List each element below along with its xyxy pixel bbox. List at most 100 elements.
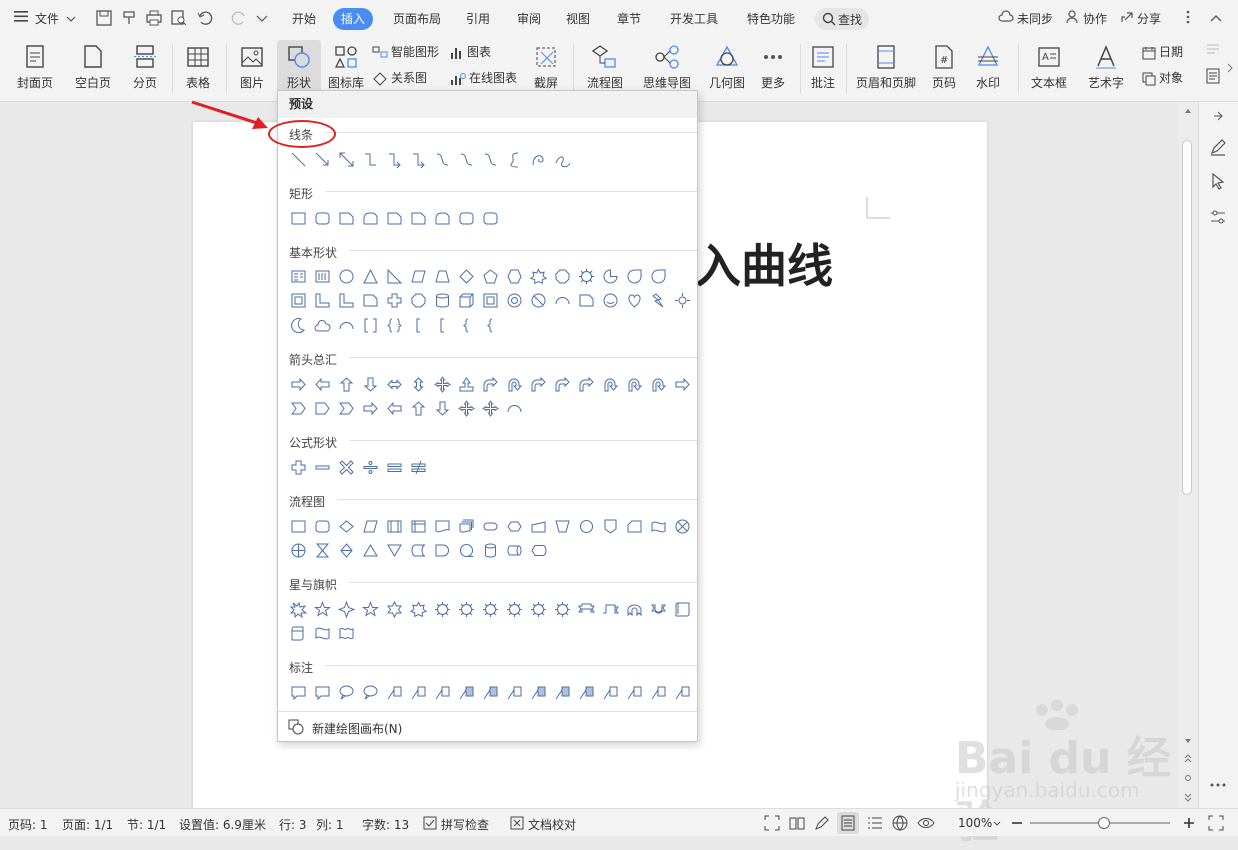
shape-circle-icon[interactable] xyxy=(334,267,358,287)
shape-lbracket-icon[interactable] xyxy=(430,316,454,336)
shape-lrarrow-icon[interactable] xyxy=(382,375,406,395)
save-icon[interactable] xyxy=(95,9,113,27)
chevron-down-icon[interactable] xyxy=(66,12,76,26)
blank-page-button[interactable]: 空白页 xyxy=(68,40,118,98)
zoom-out-icon[interactable] xyxy=(1011,816,1023,830)
shape-procalt-icon[interactable] xyxy=(310,517,334,537)
shape-frame-icon[interactable] xyxy=(286,291,310,311)
picture-button[interactable]: 图片 xyxy=(232,40,272,98)
shape-vscroll-icon[interactable] xyxy=(286,624,310,644)
shape-delay-icon[interactable] xyxy=(430,541,454,561)
chart-button[interactable]: 图表 xyxy=(450,42,491,62)
shape-uarrow-icon[interactable] xyxy=(406,399,430,419)
shape-callout-icon[interactable] xyxy=(286,683,310,703)
shape-doc-icon[interactable] xyxy=(430,517,454,537)
shape-star5-icon[interactable] xyxy=(310,600,334,620)
shape-seal-icon[interactable] xyxy=(526,600,550,620)
tab-developer[interactable]: 开发工具 xyxy=(662,8,726,30)
proofread-icon[interactable] xyxy=(510,816,524,830)
shape-round1-icon[interactable] xyxy=(430,209,454,229)
shape-sun-icon[interactable] xyxy=(670,291,694,311)
fullscreen-icon[interactable] xyxy=(764,815,780,831)
shape-rect-icon[interactable] xyxy=(286,209,310,229)
cover-page-button[interactable]: 封面页 xyxy=(10,40,60,98)
shape-rarrow-icon[interactable] xyxy=(286,375,310,395)
more-options-icon[interactable] xyxy=(1186,10,1190,27)
shape-bent-icon[interactable] xyxy=(574,375,598,395)
page-number-button[interactable]: # 页码 xyxy=(924,40,964,98)
shape-barcallout-icon[interactable] xyxy=(478,683,502,703)
shape-scribble-icon[interactable] xyxy=(550,150,574,170)
shape-scurve-icon[interactable] xyxy=(502,150,526,170)
header-footer-button[interactable]: 页眉和页脚 xyxy=(852,40,920,98)
shape-linecallout-icon[interactable] xyxy=(502,683,526,703)
shape-curve-icon[interactable] xyxy=(478,150,502,170)
customize-toolbar-icon[interactable] xyxy=(256,12,274,30)
tab-references[interactable]: 引用 xyxy=(458,8,498,30)
shape-elbowarr-icon[interactable] xyxy=(406,150,430,170)
shape-star7-icon[interactable] xyxy=(406,600,430,620)
shape-pent-icon[interactable] xyxy=(478,267,502,287)
shape-linecallout-icon[interactable] xyxy=(646,683,670,703)
document-icon[interactable] xyxy=(1206,68,1220,87)
shape-data-icon[interactable] xyxy=(358,517,382,537)
shape-barcallout-icon[interactable] xyxy=(550,683,574,703)
shape-larrow-icon[interactable] xyxy=(382,399,406,419)
shape-teardrop-icon[interactable] xyxy=(622,267,646,287)
collaborate-button[interactable]: 协作 xyxy=(1083,10,1107,27)
status-setting[interactable]: 设置值: 6.9厘米 xyxy=(179,816,266,833)
text-box-button[interactable]: A 文本框 xyxy=(1024,40,1074,98)
shape-frame-icon[interactable] xyxy=(478,291,502,311)
shape-lbrace-icon[interactable] xyxy=(478,316,502,336)
shape-oct-icon[interactable] xyxy=(550,267,574,287)
spellcheck-icon[interactable] xyxy=(423,816,437,830)
shape-collate-icon[interactable] xyxy=(310,541,334,561)
shape-dblwave-icon[interactable] xyxy=(334,624,358,644)
status-section[interactable]: 节: 1/1 xyxy=(127,816,166,833)
more-button[interactable]: 更多 xyxy=(753,40,793,98)
write-mode-icon[interactable] xyxy=(814,815,830,831)
read-mode-icon[interactable] xyxy=(789,815,805,831)
shape-linecallout-icon[interactable] xyxy=(622,683,646,703)
shape-merge-icon[interactable] xyxy=(382,541,406,561)
shape-brace-icon[interactable] xyxy=(382,316,406,336)
shape-arcribbon-icon[interactable] xyxy=(622,600,646,620)
undo-icon[interactable] xyxy=(196,9,214,27)
zoom-slider-handle[interactable] xyxy=(1098,817,1110,829)
new-drawing-canvas-item[interactable]: 新建绘图画布(N) xyxy=(278,711,697,741)
chevron-down-icon[interactable] xyxy=(993,821,1001,827)
shape-pie-icon[interactable] xyxy=(598,267,622,287)
shape-arc-icon[interactable] xyxy=(502,399,526,419)
eye-protection-icon[interactable] xyxy=(917,815,935,831)
print-icon[interactable] xyxy=(145,9,163,27)
shape-linecallout-icon[interactable] xyxy=(598,683,622,703)
shape-extract-icon[interactable] xyxy=(358,541,382,561)
shape-trap-icon[interactable] xyxy=(430,267,454,287)
shape-callout-icon[interactable] xyxy=(310,683,334,703)
status-pages[interactable]: 页面: 1/1 xyxy=(62,816,113,833)
shape-arc-icon[interactable] xyxy=(334,316,358,336)
shape-hex-icon[interactable] xyxy=(502,267,526,287)
collapse-ribbon-icon[interactable] xyxy=(1210,12,1222,26)
outline-view-icon[interactable] xyxy=(867,815,883,831)
shape-moon-icon[interactable] xyxy=(286,316,310,336)
shape-darrow-icon[interactable] xyxy=(430,399,454,419)
web-view-icon[interactable] xyxy=(892,815,908,831)
cursor-select-icon[interactable] xyxy=(1209,172,1227,190)
shape-can-icon[interactable] xyxy=(430,291,454,311)
shape-plus-icon[interactable] xyxy=(382,291,406,311)
shape-rect-icon[interactable] xyxy=(286,517,310,537)
shape-noteq-icon[interactable] xyxy=(406,458,430,478)
shape-card-icon[interactable] xyxy=(622,517,646,537)
shape-oct-icon[interactable] xyxy=(406,291,430,311)
shape-conn-icon[interactable] xyxy=(574,517,598,537)
shape-snip-icon[interactable] xyxy=(334,209,358,229)
shape-para-icon[interactable] xyxy=(406,267,430,287)
shape-lshape-icon[interactable] xyxy=(334,291,358,311)
shape-quad-icon[interactable] xyxy=(430,375,454,395)
shape-cloud-icon[interactable] xyxy=(310,316,334,336)
shape-times-icon[interactable] xyxy=(334,458,358,478)
shape-line-icon[interactable] xyxy=(286,150,310,170)
shape-wave-icon[interactable] xyxy=(310,624,334,644)
shape-bent-icon[interactable] xyxy=(550,375,574,395)
